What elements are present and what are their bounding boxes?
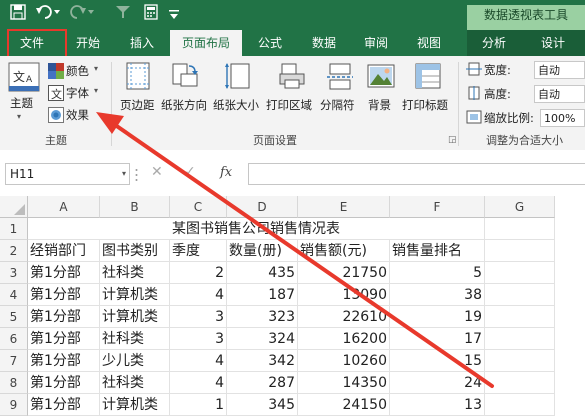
- cell-b9[interactable]: 计算机类: [100, 394, 170, 416]
- annotation-arrow: [96, 112, 494, 388]
- cell-d9[interactable]: 345: [227, 394, 298, 416]
- arrow-head: [96, 112, 124, 134]
- row-header-9[interactable]: 9: [0, 394, 28, 416]
- arrow-shaft: [106, 118, 494, 388]
- cell-f9[interactable]: 13: [390, 394, 485, 416]
- cell-c9[interactable]: 1: [170, 394, 227, 416]
- cell-a9[interactable]: 第1分部: [28, 394, 100, 416]
- cell-g9[interactable]: [485, 394, 555, 416]
- cell-e9[interactable]: 24150: [298, 394, 390, 416]
